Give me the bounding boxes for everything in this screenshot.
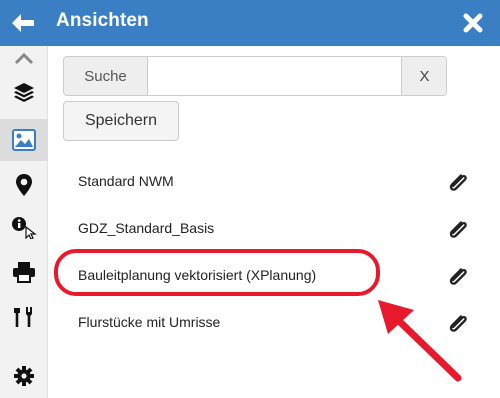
list-item[interactable]: Bauleitplanung vektorisiert (XPlanung): [48, 256, 485, 296]
sidebar: [0, 46, 48, 398]
arrow-left-icon[interactable]: [10, 12, 36, 34]
search-clear-button[interactable]: X: [401, 57, 446, 95]
paperclip-icon[interactable]: [446, 169, 472, 195]
view-label: Bauleitplanung vektorisiert (XPlanung): [78, 267, 317, 283]
paperclip-icon[interactable]: [446, 263, 472, 289]
print-icon[interactable]: [0, 252, 48, 292]
list-item[interactable]: GDZ_Standard_Basis: [48, 209, 485, 249]
paperclip-icon[interactable]: [446, 216, 472, 242]
view-label: Flurstücke mit Umrisse: [78, 314, 221, 330]
info-cursor-icon[interactable]: [0, 207, 48, 247]
search-group: Suche X: [63, 56, 447, 96]
view-label: GDZ_Standard_Basis: [78, 220, 215, 236]
save-button[interactable]: Speichern: [63, 101, 179, 141]
panel-title: Ansichten: [56, 10, 149, 31]
map-marker-icon[interactable]: [0, 165, 48, 205]
layers-icon[interactable]: [0, 72, 48, 112]
gear-icon[interactable]: [0, 356, 48, 396]
paperclip-icon[interactable]: [446, 310, 472, 336]
search-label: Suche: [64, 57, 148, 95]
view-label: Standard NWM: [78, 173, 174, 189]
list-item[interactable]: Flurstücke mit Umrisse: [48, 303, 485, 343]
chevron-up-icon[interactable]: [0, 46, 48, 72]
panel-header: Ansichten: [0, 0, 500, 46]
image-icon[interactable]: [0, 119, 48, 161]
tools-icon[interactable]: [0, 297, 48, 337]
close-x-icon[interactable]: [462, 12, 484, 34]
list-item[interactable]: Standard NWM: [48, 162, 485, 202]
search-input[interactable]: [149, 57, 401, 95]
